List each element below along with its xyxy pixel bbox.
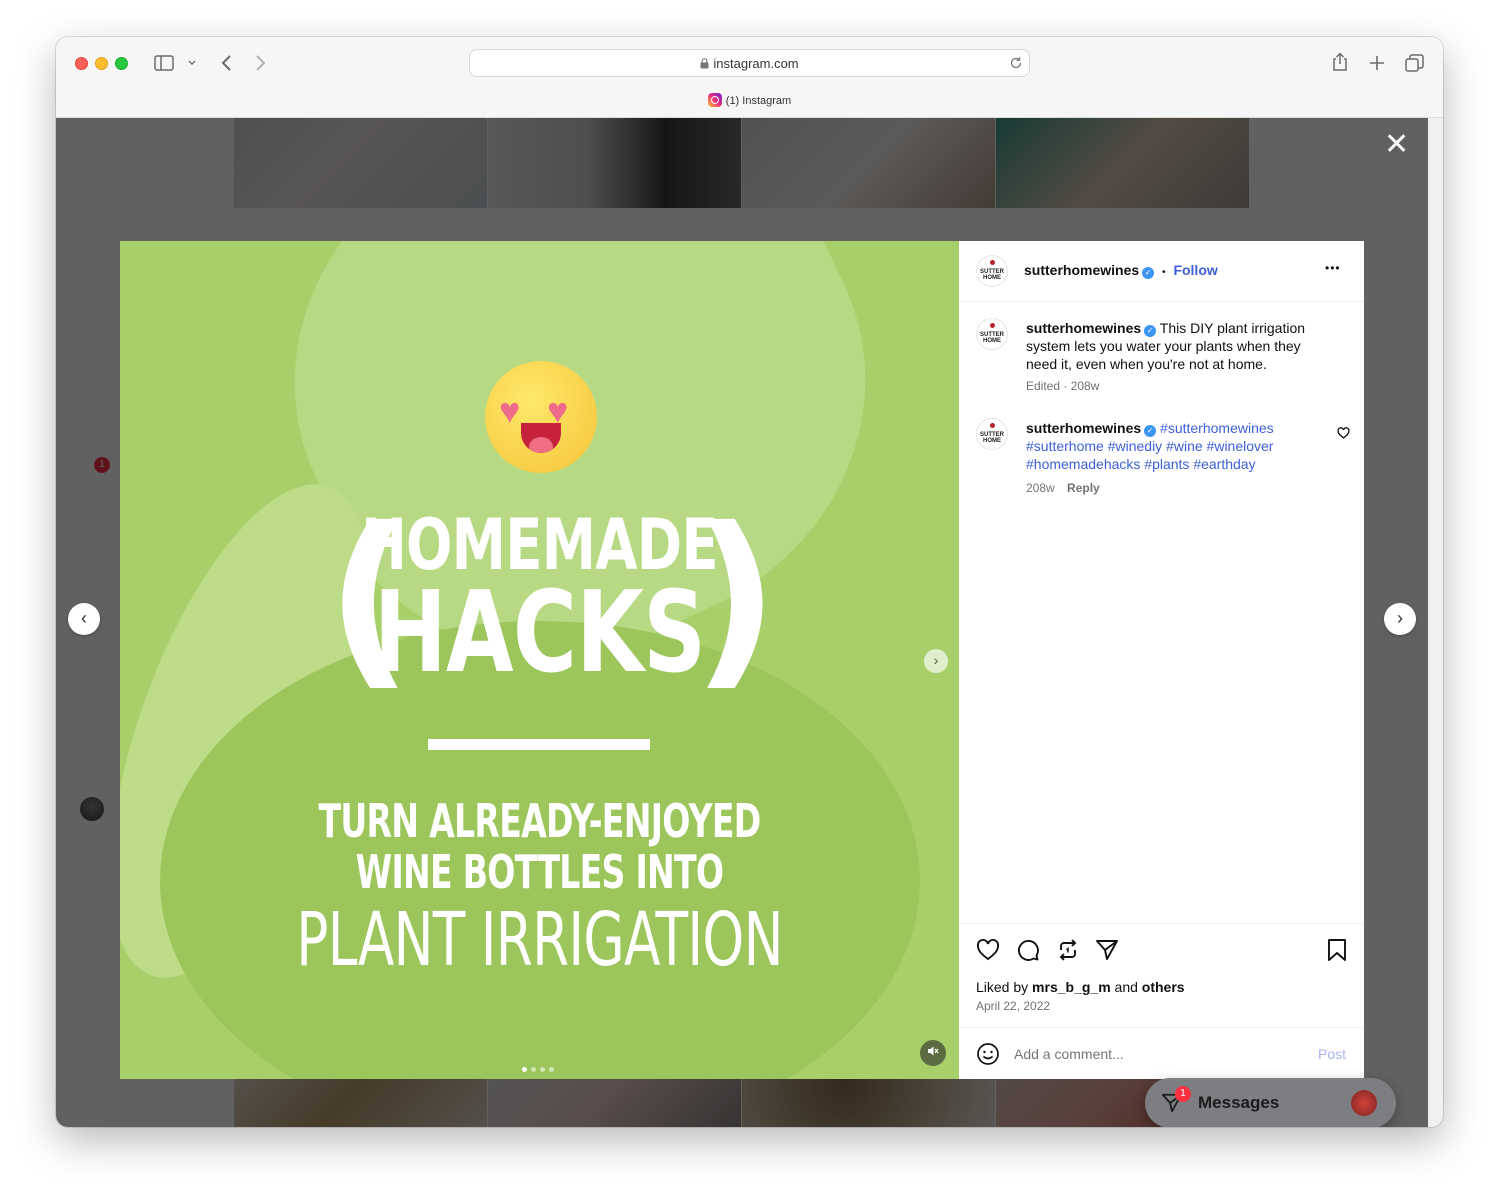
caption: sutterhomewines ✓ This DIY plant irrigati… — [1026, 319, 1326, 373]
tab-overview-icon[interactable] — [1405, 54, 1424, 73]
comment-form: Post — [959, 1027, 1364, 1079]
page-scrollbar[interactable] — [1428, 118, 1443, 1127]
emoji-picker-icon[interactable] — [976, 1042, 1000, 1066]
page-viewport: 1 ✕ ♥ ♥ ( ) HOMEMADE HACKS TURN — [56, 118, 1428, 1127]
post-date: April 22, 2022 — [976, 999, 1051, 1013]
sidebar-toggle-icon[interactable] — [154, 55, 174, 71]
next-slide-button[interactable]: › — [924, 649, 948, 673]
mute-icon — [928, 1046, 939, 1056]
carousel-dot — [531, 1067, 536, 1072]
caption-username[interactable]: sutterhomewines — [1026, 320, 1141, 336]
carousel-dots — [522, 1059, 558, 1077]
likes-summary: Liked by mrs_b_g_m and others — [976, 979, 1185, 995]
media-title-line2: HACKS — [373, 568, 706, 698]
messages-label: Messages — [1198, 1093, 1280, 1112]
verified-badge-icon: ✓ — [1142, 267, 1155, 279]
heart-eyes-emoji: ♥ ♥ — [485, 361, 597, 473]
avatar-text: SUTTER HOME — [980, 432, 1004, 444]
author-avatar[interactable]: SUTTER HOME — [976, 255, 1008, 287]
forward-icon[interactable] — [255, 54, 267, 72]
zoom-window-button[interactable] — [115, 57, 128, 70]
conversation-avatar — [1351, 1090, 1377, 1116]
instagram-favicon-icon — [707, 93, 722, 107]
new-tab-icon[interactable] — [1369, 55, 1385, 71]
post-media[interactable]: ♥ ♥ ( ) HOMEMADE HACKS TURN ALREADY-ENJO… — [120, 241, 959, 1079]
follow-button[interactable]: Follow — [1173, 262, 1217, 278]
like-comment-icon[interactable] — [1337, 427, 1350, 439]
close-window-button[interactable] — [75, 57, 88, 70]
likes-prefix: Liked by — [976, 979, 1029, 995]
author-username[interactable]: sutterhomewines — [1024, 262, 1139, 278]
post-details-panel: SUTTER HOME sutterhomewines ✓ • Follow ••… — [959, 241, 1364, 1079]
avatar-text: SUTTER HOME — [980, 332, 1004, 344]
comment-username[interactable]: sutterhomewines — [1026, 420, 1141, 436]
tab-instagram[interactable]: (1) Instagram — [56, 93, 1443, 107]
address-bar[interactable]: instagram.com — [469, 49, 1030, 77]
more-options-icon[interactable]: ••• — [1325, 261, 1341, 275]
comment-age: 208w — [1026, 481, 1055, 495]
minimize-window-button[interactable] — [95, 57, 108, 70]
reply-button[interactable]: Reply — [1067, 481, 1100, 495]
media-subtitle-line2: WINE BOTTLES INTO — [355, 845, 724, 899]
share-post-icon[interactable] — [1095, 938, 1119, 962]
media-subtitle-line3: PLANT IRRIGATION — [296, 897, 783, 983]
close-modal-icon[interactable]: ✕ — [1384, 130, 1409, 160]
media-divider — [428, 739, 650, 750]
messages-badge: 1 — [1175, 1086, 1191, 1102]
reload-icon[interactable] — [1009, 56, 1023, 70]
post-comment-button[interactable]: Post — [1318, 1046, 1346, 1062]
previous-post-button[interactable]: ‹ — [68, 603, 100, 635]
like-icon[interactable] — [976, 938, 1000, 962]
messages-button[interactable]: 1 Messages — [1145, 1078, 1396, 1127]
comment-icon[interactable] — [1016, 938, 1040, 962]
comment-meta: 208w Reply — [1026, 481, 1100, 495]
repost-icon[interactable] — [1056, 938, 1080, 962]
next-post-button[interactable]: › — [1384, 603, 1416, 635]
carousel-dot — [540, 1067, 545, 1072]
comment-avatar[interactable]: SUTTER HOME — [976, 418, 1008, 450]
mute-toggle-button[interactable] — [920, 1040, 946, 1066]
comment-input[interactable] — [1014, 1044, 1294, 1064]
tab-title: (1) Instagram — [725, 95, 792, 107]
media-subtitle-line1: TURN ALREADY-ENJOYED — [318, 794, 761, 848]
likes-and: and — [1114, 979, 1138, 995]
actions-divider — [959, 923, 1364, 924]
caption-meta: Edited · 208w — [1026, 379, 1100, 393]
browser-toolbar: instagram.com (1) Instagram — [56, 37, 1443, 118]
share-icon[interactable] — [1332, 52, 1348, 72]
carousel-dot-active — [522, 1067, 527, 1072]
liked-by-others[interactable]: others — [1142, 979, 1185, 995]
caption-avatar[interactable]: SUTTER HOME — [976, 318, 1008, 350]
carousel-dot — [549, 1067, 554, 1072]
browser-window: instagram.com (1) Instagram 1 — [56, 37, 1443, 1127]
separator-dot: • — [1162, 267, 1166, 278]
verified-badge-icon: ✓ — [1144, 425, 1157, 437]
back-icon[interactable] — [220, 54, 232, 72]
verified-badge-icon: ✓ — [1144, 325, 1157, 337]
chevron-down-icon[interactable] — [188, 60, 196, 66]
avatar-text: SUTTER HOME — [980, 269, 1004, 281]
lock-icon — [700, 58, 709, 69]
comment: sutterhomewines ✓ #sutterhomewines #sutte… — [1026, 419, 1316, 473]
url-text: instagram.com — [713, 56, 799, 71]
post-header: SUTTER HOME sutterhomewines ✓ • Follow ••… — [959, 241, 1364, 302]
liked-by-user[interactable]: mrs_b_g_m — [1032, 979, 1111, 995]
save-icon[interactable] — [1326, 938, 1348, 962]
